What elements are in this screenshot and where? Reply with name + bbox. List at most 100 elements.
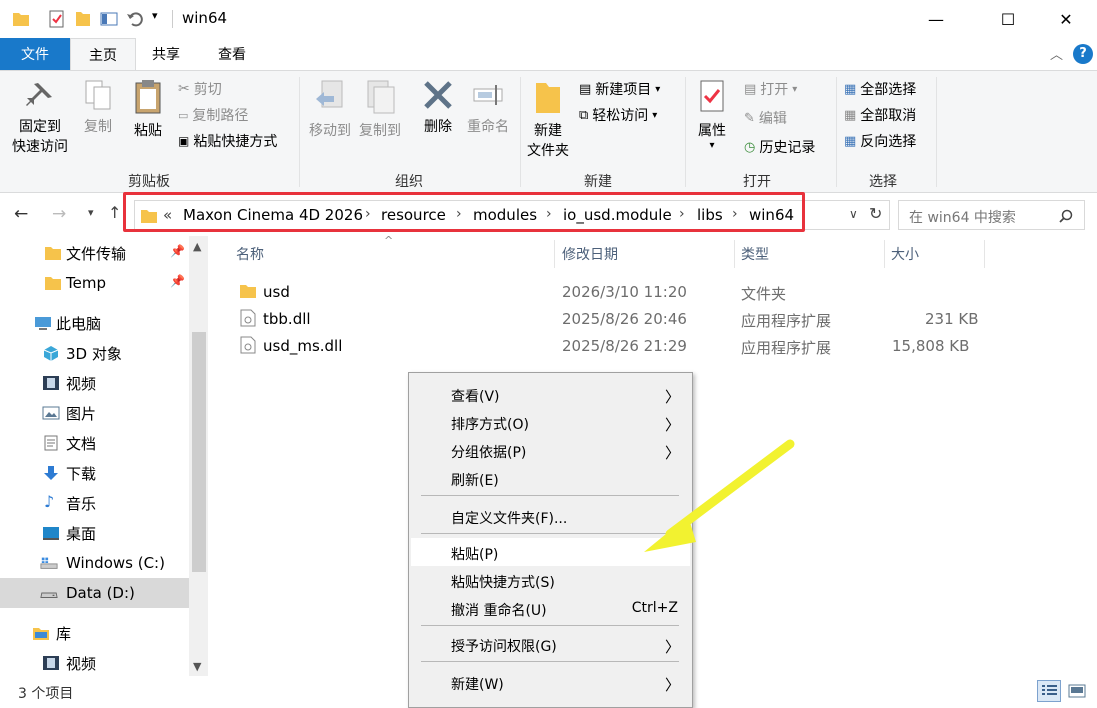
annotation-arrow bbox=[644, 439, 795, 552]
cut-button[interactable]: ✂ 剪切 bbox=[178, 77, 222, 101]
select-none-button[interactable]: ▦ 全部取消 bbox=[844, 103, 916, 127]
menu-item-undo-rename[interactable]: 撤消 重命名(U) Ctrl+Z bbox=[411, 594, 690, 622]
paste-button[interactable]: 粘贴 bbox=[126, 79, 170, 141]
copy-button[interactable]: 复制 bbox=[78, 79, 118, 137]
column-divider[interactable] bbox=[984, 240, 985, 268]
move-to-icon bbox=[316, 80, 343, 108]
back-arrow-icon[interactable]: ← bbox=[14, 204, 28, 224]
select-all-button[interactable]: ▦ 全部选择 bbox=[844, 77, 916, 101]
copy-icon bbox=[85, 80, 111, 110]
search-box[interactable]: 在 win64 中搜索 bbox=[898, 200, 1085, 230]
menu-item-label: 新建(W) bbox=[451, 677, 504, 693]
paste-label: 粘贴 bbox=[134, 123, 162, 139]
tab-share[interactable]: 共享 bbox=[138, 38, 194, 70]
easy-access-button[interactable]: ⧉ 轻松访问 ▾ bbox=[579, 103, 657, 127]
sidebar-item-documents[interactable]: 文档 bbox=[0, 428, 189, 458]
history-button[interactable]: ◷ 历史记录 bbox=[744, 135, 815, 159]
file-type: 文件夹 bbox=[741, 285, 787, 303]
tab-file[interactable]: 文件 bbox=[0, 38, 70, 70]
customize-quick-access-dropdown[interactable]: ▾ bbox=[152, 9, 158, 22]
new-folder-button[interactable]: 新建 文件夹 bbox=[524, 79, 572, 161]
edit-icon: ✎ bbox=[744, 110, 755, 126]
edit-button[interactable]: ✎ 编辑 bbox=[744, 106, 787, 130]
menu-item-new[interactable]: 新建(W) 〉 bbox=[411, 668, 690, 696]
details-view-button[interactable] bbox=[1037, 680, 1061, 702]
menu-item-label: 授予访问权限(G) bbox=[451, 639, 557, 655]
file-name: usd bbox=[263, 283, 290, 301]
up-arrow-icon[interactable]: ↑ bbox=[108, 203, 121, 222]
pin-icon[interactable]: 📌 bbox=[170, 274, 185, 288]
column-header-type[interactable]: 类型 bbox=[741, 244, 769, 264]
sidebar-item-this-pc[interactable]: 此电脑 bbox=[0, 308, 189, 338]
menu-item-view[interactable]: 查看(V) 〉 bbox=[411, 380, 690, 408]
sidebar-item-downloads[interactable]: 下载 bbox=[0, 458, 189, 488]
sidebar-item-library-videos[interactable]: 视频 bbox=[0, 648, 189, 678]
maximize-button[interactable]: ☐ bbox=[985, 0, 1031, 38]
recent-locations-dropdown[interactable]: ▾ bbox=[88, 206, 94, 219]
sidebar-item-file-transfer[interactable]: 文件传输 📌 bbox=[0, 238, 189, 268]
column-header-date[interactable]: 修改日期 bbox=[562, 244, 618, 264]
menu-item-paste-shortcut[interactable]: 粘贴快捷方式(S) bbox=[411, 566, 690, 594]
sidebar-item-windows-c[interactable]: Windows (C:) bbox=[0, 548, 189, 578]
invert-selection-button[interactable]: ▦ 反向选择 bbox=[844, 129, 916, 153]
table-row[interactable]: tbb.dll 2025/8/26 20:46 应用程序扩展 231 KB bbox=[238, 307, 998, 333]
large-icons-view-icon[interactable] bbox=[1068, 684, 1086, 698]
sidebar-scroll-thumb[interactable] bbox=[192, 332, 206, 572]
edit-label: 编辑 bbox=[758, 111, 787, 127]
collapse-ribbon-icon[interactable]: ︿ bbox=[1050, 44, 1063, 63]
cube-icon bbox=[43, 346, 59, 361]
dll-file-icon bbox=[240, 309, 256, 327]
sidebar-item-music[interactable]: ♪ 音乐 bbox=[0, 488, 189, 518]
sidebar-item-temp[interactable]: Temp 📌 bbox=[0, 268, 189, 298]
view-pane-icon[interactable] bbox=[100, 10, 118, 28]
sidebar-item-data-d[interactable]: Data (D:) bbox=[0, 578, 189, 608]
column-divider[interactable] bbox=[734, 240, 735, 268]
undo-icon[interactable] bbox=[126, 10, 144, 28]
column-divider[interactable] bbox=[554, 240, 555, 268]
tab-view[interactable]: 查看 bbox=[204, 38, 260, 70]
new-item-button[interactable]: ▤ 新建项目 ▾ bbox=[579, 77, 660, 101]
forward-arrow-icon[interactable]: → bbox=[52, 204, 66, 224]
rename-button[interactable]: 重命名 bbox=[462, 79, 514, 137]
sidebar-item-label: Data (D:) bbox=[66, 584, 135, 602]
properties-quick-access-icon[interactable] bbox=[48, 10, 66, 28]
column-header-name[interactable]: 名称 bbox=[236, 244, 264, 264]
delete-button[interactable]: 删除 bbox=[418, 79, 458, 137]
sidebar-item-libraries[interactable]: 库 bbox=[0, 618, 189, 648]
sidebar-item-pictures[interactable]: 图片 bbox=[0, 398, 189, 428]
tab-home[interactable]: 主页 bbox=[70, 38, 136, 71]
new-folder-quick-access-icon[interactable] bbox=[74, 10, 92, 28]
minimize-button[interactable]: — bbox=[913, 0, 959, 38]
refresh-icon[interactable]: ↻ bbox=[869, 204, 882, 223]
search-input[interactable]: 在 win64 中搜索 bbox=[909, 207, 1016, 227]
pin-icon[interactable]: 📌 bbox=[170, 244, 185, 258]
scroll-up-icon[interactable]: ▲ bbox=[193, 240, 201, 253]
chevron-down-icon: ▾ bbox=[655, 83, 661, 95]
table-row[interactable]: usd 2026/3/10 11:20 文件夹 bbox=[238, 280, 998, 306]
close-button[interactable]: ✕ bbox=[1043, 0, 1089, 38]
column-header-size[interactable]: 大小 bbox=[891, 244, 919, 264]
sidebar-item-videos[interactable]: 视频 bbox=[0, 368, 189, 398]
group-divider bbox=[299, 77, 300, 187]
sidebar-item-3d-objects[interactable]: 3D 对象 bbox=[0, 338, 189, 368]
table-row[interactable]: usd_ms.dll 2025/8/26 21:29 应用程序扩展 15,808… bbox=[238, 334, 998, 360]
copy-to-button[interactable]: 复制到 bbox=[355, 79, 405, 141]
move-to-button[interactable]: 移动到 bbox=[305, 79, 355, 141]
sidebar-item-label: Temp bbox=[66, 274, 106, 292]
paste-shortcut-button[interactable]: ▣ 粘贴快捷方式 bbox=[178, 129, 277, 153]
pin-to-quick-access-button[interactable]: 固定到 快速访问 bbox=[8, 79, 72, 157]
sidebar-item-desktop[interactable]: 桌面 bbox=[0, 518, 189, 548]
search-icon[interactable] bbox=[1059, 209, 1073, 223]
properties-button[interactable]: 属性 ▾ bbox=[690, 79, 734, 151]
copy-path-button[interactable]: ▭ 复制路径 bbox=[178, 103, 248, 127]
sidebar-item-label: 图片 bbox=[66, 404, 97, 423]
column-divider[interactable] bbox=[884, 240, 885, 268]
file-type: 应用程序扩展 bbox=[741, 312, 832, 330]
open-button[interactable]: ▤ 打开 ▾ bbox=[744, 77, 797, 101]
scroll-down-icon[interactable]: ▼ bbox=[193, 660, 201, 673]
help-icon[interactable]: ? bbox=[1073, 44, 1093, 64]
menu-item-grant-access[interactable]: 授予访问权限(G) 〉 bbox=[411, 630, 690, 658]
address-history-dropdown[interactable]: ∨ bbox=[849, 207, 858, 221]
chevron-down-icon: ▾ bbox=[792, 83, 798, 95]
file-date: 2026/3/10 11:20 bbox=[562, 283, 687, 301]
